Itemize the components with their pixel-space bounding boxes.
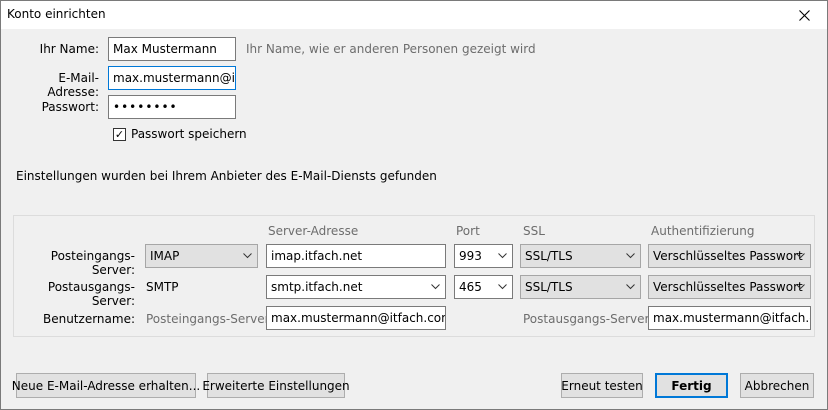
chevron-down-icon [498,276,508,298]
incoming-port-value: 993 [459,249,482,263]
username-outgoing-label: Postausgangs-Server: [523,312,654,326]
chevron-down-icon [626,276,636,298]
outgoing-port-select[interactable]: 465 [454,275,513,299]
outgoing-host-select[interactable]: smtp.itfach.net [266,275,446,299]
outgoing-auth-select[interactable]: Verschlüsseltes Passwort [648,275,811,299]
name-label: Ihr Name: [39,42,99,56]
chevron-down-icon [498,245,508,267]
remember-password-checkbox[interactable]: ✓ [113,128,126,141]
chevron-down-icon [796,276,806,298]
username-label: Benutzername: [42,312,135,326]
header-server-address: Server-Adresse [268,224,359,238]
header-ssl: SSL [523,224,545,238]
incoming-protocol-value: IMAP [150,249,180,263]
incoming-port-select[interactable]: 993 [454,244,513,268]
new-email-address-button[interactable]: Neue E-Mail-Adresse erhalten... [12,373,200,398]
retest-button[interactable]: Erneut testen [561,373,643,398]
chevron-down-icon [796,245,806,267]
outgoing-ssl-value: SSL/TLS [525,280,573,294]
title-bar: Konto einrichten [1,1,827,29]
incoming-ssl-select[interactable]: SSL/TLS [520,244,641,268]
incoming-protocol-select[interactable]: IMAP [145,244,258,268]
window-title: Konto einrichten [7,7,106,21]
chevron-down-icon [626,245,636,267]
outgoing-protocol-value: SMTP [146,280,179,294]
email-label: E-Mail-Adresse: [47,71,99,99]
account-setup-dialog: Konto einrichten Ihr Name: Max Musterman… [0,0,828,410]
header-port: Port [456,224,480,238]
close-button[interactable] [781,1,827,29]
advanced-settings-button[interactable]: Erweiterte Einstellungen [202,373,350,398]
chevron-down-icon [243,245,253,267]
remember-password-label[interactable]: Passwort speichern [131,127,247,141]
done-button[interactable]: Fertig [655,373,728,398]
password-label: Passwort: [41,100,99,114]
close-icon [798,9,810,21]
password-input[interactable]: •••••••• [108,95,236,119]
name-input[interactable]: Max Mustermann [108,37,236,61]
incoming-ssl-value: SSL/TLS [525,249,573,263]
cancel-button[interactable]: Abbrechen [740,373,814,398]
username-outgoing-input[interactable]: max.mustermann@itfach.com [648,306,811,330]
status-message: Einstellungen wurden bei Ihrem Anbieter … [16,169,437,183]
incoming-auth-value: Verschlüsseltes Passwort [653,249,803,263]
header-auth: Authentifizierung [651,224,755,238]
name-hint: Ihr Name, wie er anderen Personen gezeig… [246,42,536,56]
outgoing-host-value: smtp.itfach.net [271,280,363,294]
check-icon: ✓ [114,128,125,141]
incoming-server-label: Posteingangs-Server: [50,249,135,277]
incoming-host-input[interactable]: imap.itfach.net [266,244,446,268]
chevron-down-icon [431,276,441,298]
outgoing-auth-value: Verschlüsseltes Passwort [653,280,803,294]
outgoing-server-label: Postausgangs-Server: [47,280,135,308]
username-incoming-input[interactable]: max.mustermann@itfach.com [266,306,446,330]
username-incoming-label: Posteingangs-Server: [146,312,274,326]
outgoing-port-value: 465 [459,280,482,294]
email-input[interactable]: max.mustermann@itfach.net [108,66,236,90]
incoming-auth-select[interactable]: Verschlüsseltes Passwort [648,244,811,268]
outgoing-ssl-select[interactable]: SSL/TLS [520,275,641,299]
